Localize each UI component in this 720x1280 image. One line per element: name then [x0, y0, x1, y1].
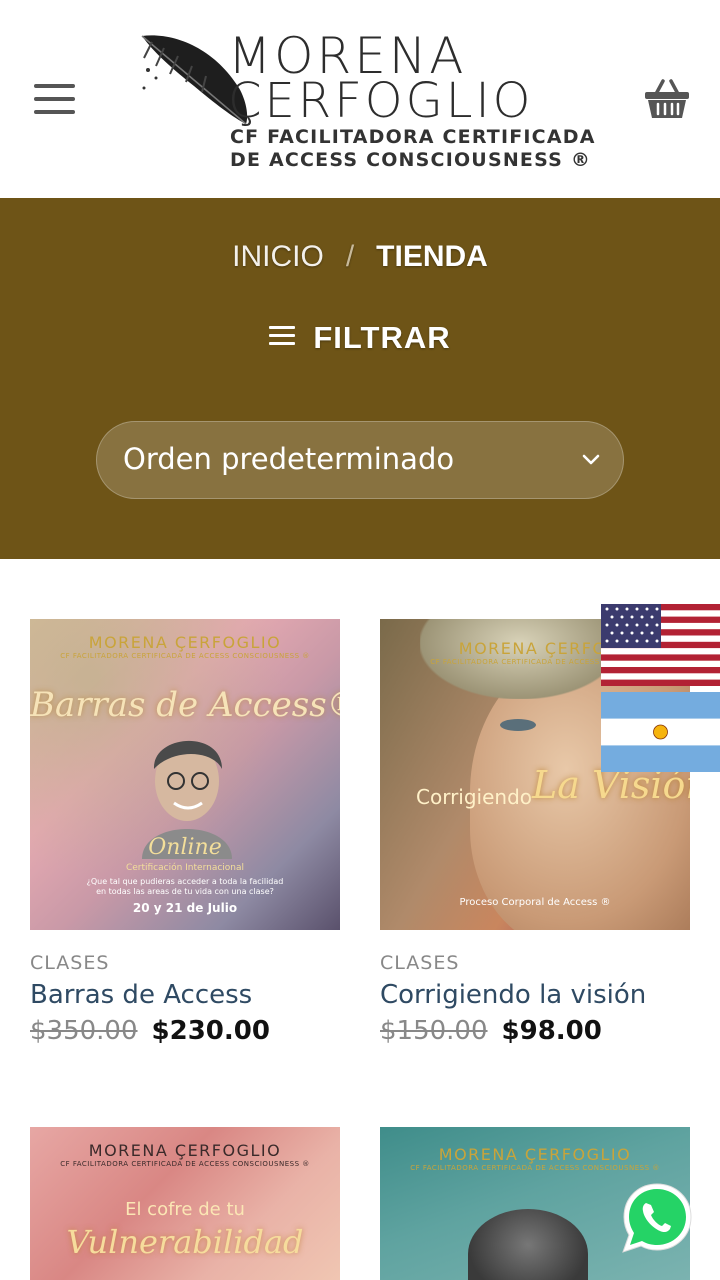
filter-label: FILTRAR: [313, 320, 451, 355]
image-brand-logo: MORENA ÇERFOGLIO CF FACILITADORA CERTIFIC…: [60, 1141, 310, 1168]
image-headline-a: El cofre de tu: [125, 1199, 245, 1220]
whatsapp-icon[interactable]: [619, 1180, 695, 1256]
product-image[interactable]: MORENA ÇERFOGLIO CF FACILITADORA CERTIFIC…: [30, 619, 340, 930]
sort-selected-value: Orden predeterminado: [123, 442, 455, 476]
site-logo[interactable]: MORENA ÇERFOGLIO CF FACILITADORA CERTIFI…: [134, 28, 594, 172]
product-card[interactable]: MORENA ÇERFOGLIO CF FACILITADORA CERTIFIC…: [30, 1127, 340, 1280]
site-header: MORENA ÇERFOGLIO CF FACILITADORA CERTIFI…: [0, 0, 720, 198]
image-brand-logo: MORENA ÇERFOGLIO CF FACILITADORA CERTIFIC…: [60, 633, 310, 660]
argentina-flag-icon[interactable]: [601, 692, 720, 772]
basket-icon[interactable]: [644, 78, 690, 120]
filter-lines-icon: [269, 326, 296, 346]
image-tagline-2: en todas las areas de tu vida con una cl…: [96, 887, 274, 896]
chevron-down-icon: [582, 454, 600, 465]
image-tag: Online: [148, 835, 222, 860]
logo-subtitle-line2: DE ACCESS CONSCIOUSNESS ®: [230, 149, 592, 171]
product-category: CLASES: [30, 952, 110, 974]
hamburger-icon[interactable]: [34, 84, 75, 114]
logo-subtitle-line1: CF FACILITADORA CERTIFICADA: [230, 126, 596, 148]
breadcrumb: INICIO / TIENDA: [0, 240, 720, 274]
logo-name-line2: ÇERFOGLIO: [228, 73, 534, 129]
filter-button[interactable]: FILTRAR: [0, 320, 720, 356]
old-price: $350.00: [30, 1016, 138, 1046]
person-photo: [468, 1209, 588, 1280]
usa-flag-icon[interactable]: [601, 604, 720, 686]
product-image[interactable]: MORENA ÇERFOGLIO CF FACILITADORA CERTIFIC…: [30, 1127, 340, 1280]
old-price: $150.00: [380, 1016, 488, 1046]
image-footer: Proceso Corporal de Access ®: [459, 897, 611, 908]
image-dates: 20 y 21 de Julio: [132, 901, 238, 915]
sort-select[interactable]: Orden predeterminado: [96, 421, 624, 499]
image-tagline-1: ¿Que tal que pudieras acceder a toda la …: [86, 877, 284, 886]
product-title[interactable]: Barras de Access: [30, 980, 340, 1010]
product-price: $350.00 $230.00: [30, 1016, 340, 1046]
image-tag-sub: Certificación Internacional: [125, 863, 245, 873]
sale-price: $230.00: [151, 1016, 270, 1046]
breadcrumb-home-link[interactable]: INICIO: [232, 240, 324, 273]
image-brand-logo: MORENA ÇERFOGLIO CF FACILITADORA CERTIFIC…: [410, 1145, 660, 1172]
product-category: CLASES: [380, 952, 460, 974]
product-title[interactable]: Corrigiendo la visión: [380, 980, 690, 1010]
breadcrumb-separator: /: [345, 240, 355, 273]
image-headline-a: Corrigiendo: [416, 785, 533, 809]
sale-price: $98.00: [501, 1016, 602, 1046]
product-price: $150.00 $98.00: [380, 1016, 690, 1046]
image-headline-b: Vulnerabilidad: [66, 1223, 304, 1261]
product-card[interactable]: MORENA ÇERFOGLIO CF FACILITADORA CERTIFIC…: [30, 619, 340, 1046]
breadcrumb-current: TIENDA: [376, 240, 488, 273]
